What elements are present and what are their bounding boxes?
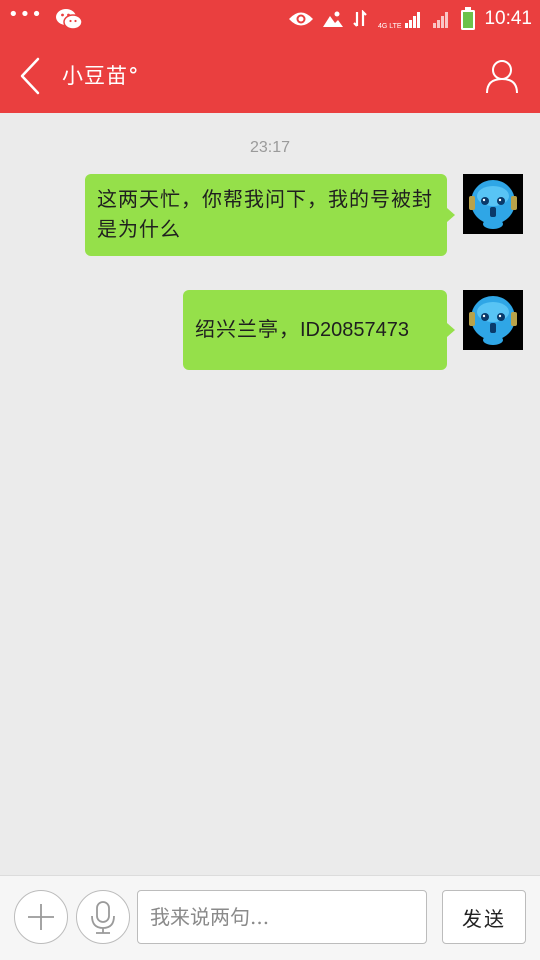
message-timestamp: 23:17 [249,139,291,156]
battery-icon [460,7,476,31]
robot-avatar-icon [463,174,523,234]
image-icon [322,10,344,28]
message-bubble[interactable]: 绍兴兰亭，ID20857473 [183,290,455,370]
svg-text:4G LTE: 4G LTE [378,23,402,30]
4g-lte-signal-icon: 4G LTE [378,8,424,30]
message-text-cn: 绍兴兰亭， [195,317,300,341]
eye-icon [288,10,314,28]
message-list[interactable]: 23:17 这两天忙，你帮我问下，我的号被封是为什么 绍兴兰亭，ID208574… [0,113,540,875]
message-input[interactable] [137,890,427,944]
page-title: 小豆苗° [62,64,140,88]
back-button[interactable] [14,56,50,96]
avatar[interactable] [463,290,523,350]
data-arrows-icon [352,10,370,28]
input-bar: 发送 [0,875,540,960]
chat-screen: ••• 4G LTE 10:41 小豆苗° 23:17 这两天忙，你帮我问下，我… [0,0,540,960]
message-bubble[interactable]: 这两天忙，你帮我问下，我的号被封是为什么 [85,174,455,256]
app-bar: 小豆苗° [0,38,540,113]
wechat-icon [55,8,83,30]
send-button[interactable]: 发送 [442,890,526,944]
status-left: ••• [8,0,83,38]
status-right: 4G LTE 10:41 [288,0,532,38]
status-time: 10:41 [484,8,532,29]
plus-icon [28,904,54,930]
message-text: 这两天忙，你帮我问下，我的号被封是为什么 [97,187,433,241]
microphone-icon [91,901,115,934]
more-dots-icon: ••• [8,4,43,25]
signal-icon [432,8,452,30]
chevron-left-icon [20,57,40,95]
profile-button[interactable] [484,58,520,94]
avatar[interactable] [463,174,523,234]
message-row: 绍兴兰亭，ID20857473 [183,290,523,370]
message-row: 这两天忙，你帮我问下，我的号被封是为什么 [85,174,523,256]
robot-avatar-icon [463,290,523,350]
add-attachment-button[interactable] [14,890,68,944]
person-outline-icon [486,60,518,94]
message-text-id: ID20857473 [300,319,409,341]
status-bar: ••• 4G LTE 10:41 [0,0,540,38]
voice-input-button[interactable] [76,890,130,944]
